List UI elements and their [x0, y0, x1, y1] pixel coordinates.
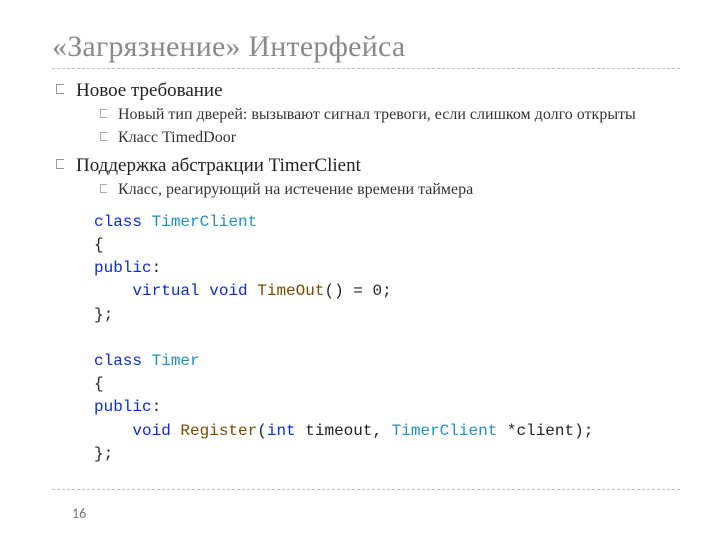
code-keyword: void — [209, 282, 247, 300]
page-number: 16 — [72, 505, 86, 522]
code-text — [94, 422, 132, 440]
bullet-text: Класс, реагирующий на истечение времени … — [118, 181, 473, 198]
bullet-level1: Новое требование Новый тип дверей: вызыв… — [56, 79, 680, 148]
code-keyword: void — [132, 422, 170, 440]
slide-title: «Загрязнение» Интерфейса — [52, 30, 680, 64]
code-keyword: virtual — [132, 282, 199, 300]
code-text: { — [94, 236, 104, 254]
slide: «Загрязнение» Интерфейса Новое требовани… — [0, 0, 720, 540]
footer-divider — [52, 489, 680, 490]
bullet-text: Новый тип дверей: вызывают сигнал тревог… — [118, 106, 636, 123]
title-divider — [52, 68, 680, 69]
code-type: TimerClient — [152, 213, 258, 231]
bullet-list: Новое требование Новый тип дверей: вызыв… — [52, 79, 680, 201]
bullet-text: Новое требование — [76, 80, 223, 101]
bullet-text: Класс TimedDoor — [118, 129, 236, 146]
bullet-level2: Новый тип дверей: вызывают сигнал тревог… — [100, 105, 680, 126]
code-type: TimerClient — [392, 422, 498, 440]
code-text — [94, 282, 132, 300]
code-text: : — [152, 398, 162, 416]
code-text: { — [94, 375, 104, 393]
code-text: ( — [257, 422, 267, 440]
bullet-level2: Класс TimedDoor — [100, 128, 680, 149]
code-keyword: public — [94, 398, 152, 416]
code-text: *client); — [497, 422, 593, 440]
code-keyword: class — [94, 213, 142, 231]
code-text: }; — [94, 445, 113, 463]
bullet-level2: Класс, реагирующий на истечение времени … — [100, 180, 680, 201]
code-function: Register — [180, 422, 257, 440]
code-text: timeout, — [296, 422, 392, 440]
bullet-sublist: Класс, реагирующий на истечение времени … — [76, 180, 680, 201]
code-keyword: class — [94, 352, 142, 370]
bullet-sublist: Новый тип дверей: вызывают сигнал тревог… — [76, 105, 680, 149]
code-keyword: public — [94, 259, 152, 277]
code-text: }; — [94, 306, 113, 324]
code-text: : — [152, 259, 162, 277]
code-type: Timer — [152, 352, 200, 370]
code-keyword: int — [267, 422, 296, 440]
bullet-text: Поддержка абстракции TimerClient — [76, 155, 361, 176]
code-text: () = 0; — [324, 282, 391, 300]
code-block: class TimerClient { public: virtual void… — [94, 211, 680, 466]
code-function: TimeOut — [257, 282, 324, 300]
bullet-level1: Поддержка абстракции TimerClient Класс, … — [56, 154, 680, 201]
